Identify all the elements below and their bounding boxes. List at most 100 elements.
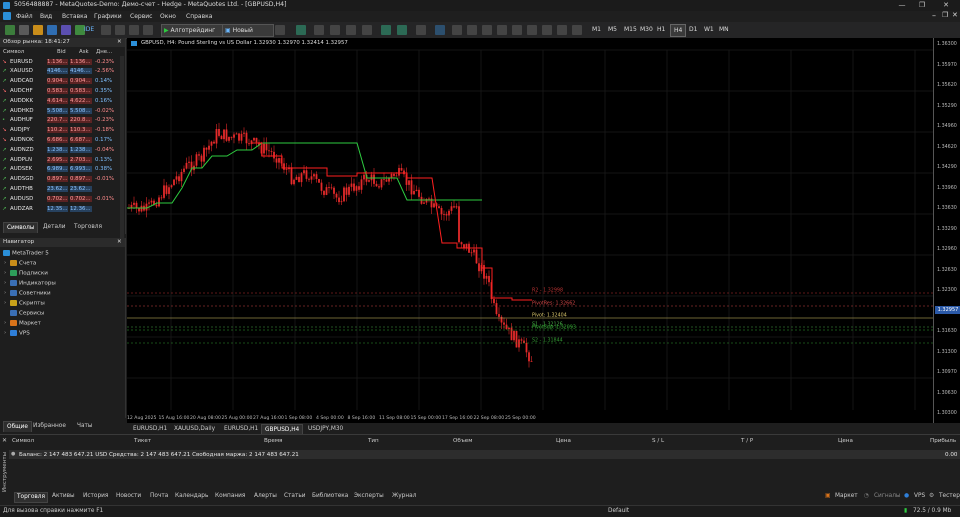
col-volume[interactable]: Объем — [453, 438, 472, 444]
nav-experts[interactable]: › Советники — [4, 289, 51, 296]
nav-market[interactable]: › Маркет — [4, 319, 41, 326]
indicators-icon[interactable] — [416, 25, 426, 35]
tab-trading[interactable]: Торговля — [71, 222, 105, 232]
col-type[interactable]: Тип — [368, 438, 379, 444]
timeframe-w1[interactable]: W1 — [704, 24, 714, 35]
fibonacci-icon[interactable] — [527, 25, 537, 35]
tab-company[interactable]: Компания — [213, 492, 247, 501]
col-symbol[interactable]: Символ — [3, 49, 24, 55]
market-watch-row[interactable]: • AUDHUF 220.7... 220.8... -0.23% — [0, 116, 125, 126]
horizontal-line-icon[interactable] — [482, 25, 492, 35]
timeframe-h1[interactable]: H1 — [657, 24, 665, 35]
market-watch-row[interactable]: ↗ AUDHKD 5.508... 5.508... -0.02% — [0, 106, 125, 116]
timeframe-m1[interactable]: M1 — [592, 24, 601, 35]
col-change[interactable]: Дне... — [96, 49, 112, 55]
market-watch-row[interactable]: ↘ EURUSD 1.136... 1.136... -0.23% — [0, 57, 125, 67]
trendline-icon[interactable] — [497, 25, 507, 35]
minimize-button[interactable]: — — [894, 0, 910, 11]
vertical-line-icon[interactable] — [467, 25, 477, 35]
col-current-price[interactable]: Цена — [838, 438, 853, 444]
text-tool-icon[interactable] — [542, 25, 552, 35]
algotrading-button[interactable]: ▶ Алготрейдинг — [161, 24, 223, 37]
bar-chart-icon[interactable] — [296, 25, 306, 35]
menu-minimize-icon[interactable]: – — [932, 11, 936, 20]
status-profile[interactable]: Default — [608, 508, 629, 514]
arrow-tool-icon[interactable] — [572, 25, 582, 35]
grid-icon[interactable] — [362, 25, 372, 35]
tab-symbols[interactable]: Символы — [3, 222, 39, 233]
chart-tab-usdjpy-m30[interactable]: USDJPY,M30 — [305, 424, 346, 434]
market-watch-scrollbar[interactable] — [120, 56, 124, 250]
tab-details[interactable]: Детали — [40, 222, 69, 232]
price-chart-svg[interactable]: R2 - 1.32998 PivotRes: 1.32662 Pivot: 1.32… — [127, 38, 933, 423]
menu-insert[interactable]: Вставка — [62, 13, 87, 20]
market-watch-row[interactable]: ↗ AUDDKK 4.614... 4.622... 0.16% — [0, 96, 125, 106]
menu-file[interactable]: Файл — [16, 13, 33, 20]
col-ask[interactable]: Ask — [79, 49, 89, 55]
tab-calendar[interactable]: Календарь — [173, 492, 210, 501]
nav-vps[interactable]: › VPS — [4, 329, 30, 336]
menu-close-icon[interactable]: ✕ — [952, 11, 958, 19]
col-bid[interactable]: Bid — [57, 49, 66, 55]
crosshair-icon[interactable] — [101, 25, 111, 35]
close-button[interactable]: ✕ — [938, 0, 954, 11]
market-watch-row[interactable]: ↗ AUDTHB 23.62... 23.62... — [0, 184, 125, 194]
timeframe-mn[interactable]: MN — [719, 24, 729, 35]
market-watch-icon[interactable] — [33, 25, 43, 35]
tab-exposure[interactable]: Активы — [50, 492, 77, 501]
tab-articles[interactable]: Статьи — [282, 492, 308, 501]
nav-accounts[interactable]: › Счета — [4, 259, 36, 266]
tab-alerts[interactable]: Алерты — [252, 492, 279, 501]
candlestick-chart-icon[interactable] — [314, 25, 324, 35]
signals-icon[interactable] — [143, 25, 153, 35]
balance-row[interactable]: ● Баланс: 2 147 483 647.21 USD Средства:… — [9, 450, 960, 459]
col-ticket[interactable]: Тикет — [134, 438, 151, 444]
timeframe-h4[interactable]: H4 — [670, 24, 687, 37]
nav-scripts[interactable]: › Скрипты — [4, 299, 45, 306]
menu-view[interactable]: Вид — [40, 13, 52, 20]
nav-services[interactable]: Сервисы — [4, 309, 44, 316]
market-watch-row[interactable]: ↗ AUDCAD 0.904... 0.904... 0.14% — [0, 77, 125, 87]
timeframe-d1[interactable]: D1 — [689, 24, 697, 35]
market-watch-row[interactable]: ↗ AUDSEK 6.989... 6.993... 0.38% — [0, 165, 125, 175]
navigator-icon[interactable] — [47, 25, 57, 35]
menu-charts[interactable]: Графики — [94, 13, 122, 20]
timeframe-m5[interactable]: M5 — [608, 24, 617, 35]
market-watch-row[interactable]: ↗ AUDZAR 12.35... 12.36... — [0, 204, 125, 214]
profiles-icon[interactable] — [19, 25, 29, 35]
menu-restore-icon[interactable]: ❐ — [942, 11, 948, 19]
price-scale[interactable]: 1.36300 1.35970 1.35620 1.35290 1.34960 1.346… — [933, 38, 960, 423]
col-profit[interactable]: Прибыль — [930, 438, 956, 444]
zoom-in-icon[interactable] — [330, 25, 340, 35]
market-watch-row[interactable]: ↘ AUDCHF 0.583... 0.583... 0.35% — [0, 86, 125, 96]
market-watch-close-icon[interactable]: ✕ — [117, 38, 122, 47]
market-watch-row[interactable]: ↗ AUDNZD 1.238... 1.238... -0.04% — [0, 145, 125, 155]
timeframe-m30[interactable]: M30 — [640, 24, 653, 35]
status-connection[interactable]: 72.5 / 0.9 Mb — [913, 508, 951, 514]
tab-news[interactable]: Новости — [114, 492, 143, 501]
market-watch-row[interactable]: ↘ AUDJPY 110.2... 110.3... -0.18% — [0, 126, 125, 136]
terminal-icon[interactable] — [61, 25, 71, 35]
crosshair-tool-icon[interactable] — [452, 25, 462, 35]
channel-icon[interactable] — [512, 25, 522, 35]
chart-shift-icon[interactable] — [397, 25, 407, 35]
col-price[interactable]: Цена — [556, 438, 571, 444]
dialog-icon[interactable] — [115, 25, 125, 35]
col-sl[interactable]: S / L — [652, 438, 664, 444]
market-watch-row[interactable]: ↗ XAUUSD 4146.... 4146.... -2.56% — [0, 67, 125, 77]
col-symbol[interactable]: Символ — [12, 438, 34, 444]
market-watch-row[interactable]: ↗ AUDSGD 0.897... 0.897... -0.01% — [0, 175, 125, 185]
nav-indicators[interactable]: › Индикаторы — [4, 279, 56, 286]
zoom-out-icon[interactable] — [346, 25, 356, 35]
menu-window[interactable]: Окно — [160, 13, 176, 20]
market-watch-row[interactable]: ↗ AUDPLN 2.695... 2.703... 0.13% — [0, 155, 125, 165]
tab-market-right[interactable]: Маркет — [833, 492, 860, 501]
tab-trade[interactable]: Торговля — [14, 492, 48, 503]
new-chart-icon[interactable] — [5, 25, 15, 35]
col-time[interactable]: Время — [264, 438, 282, 444]
maximize-button[interactable]: ❐ — [914, 0, 930, 11]
market-watch-row[interactable]: ↘ AUDNOK 6.686... 6.687... 0.17% — [0, 135, 125, 145]
chart-tab-xauusd-daily[interactable]: XAUUSD,Daily — [171, 424, 218, 434]
tab-general[interactable]: Общие — [3, 421, 32, 432]
menu-tools[interactable]: Сервис — [130, 13, 152, 20]
